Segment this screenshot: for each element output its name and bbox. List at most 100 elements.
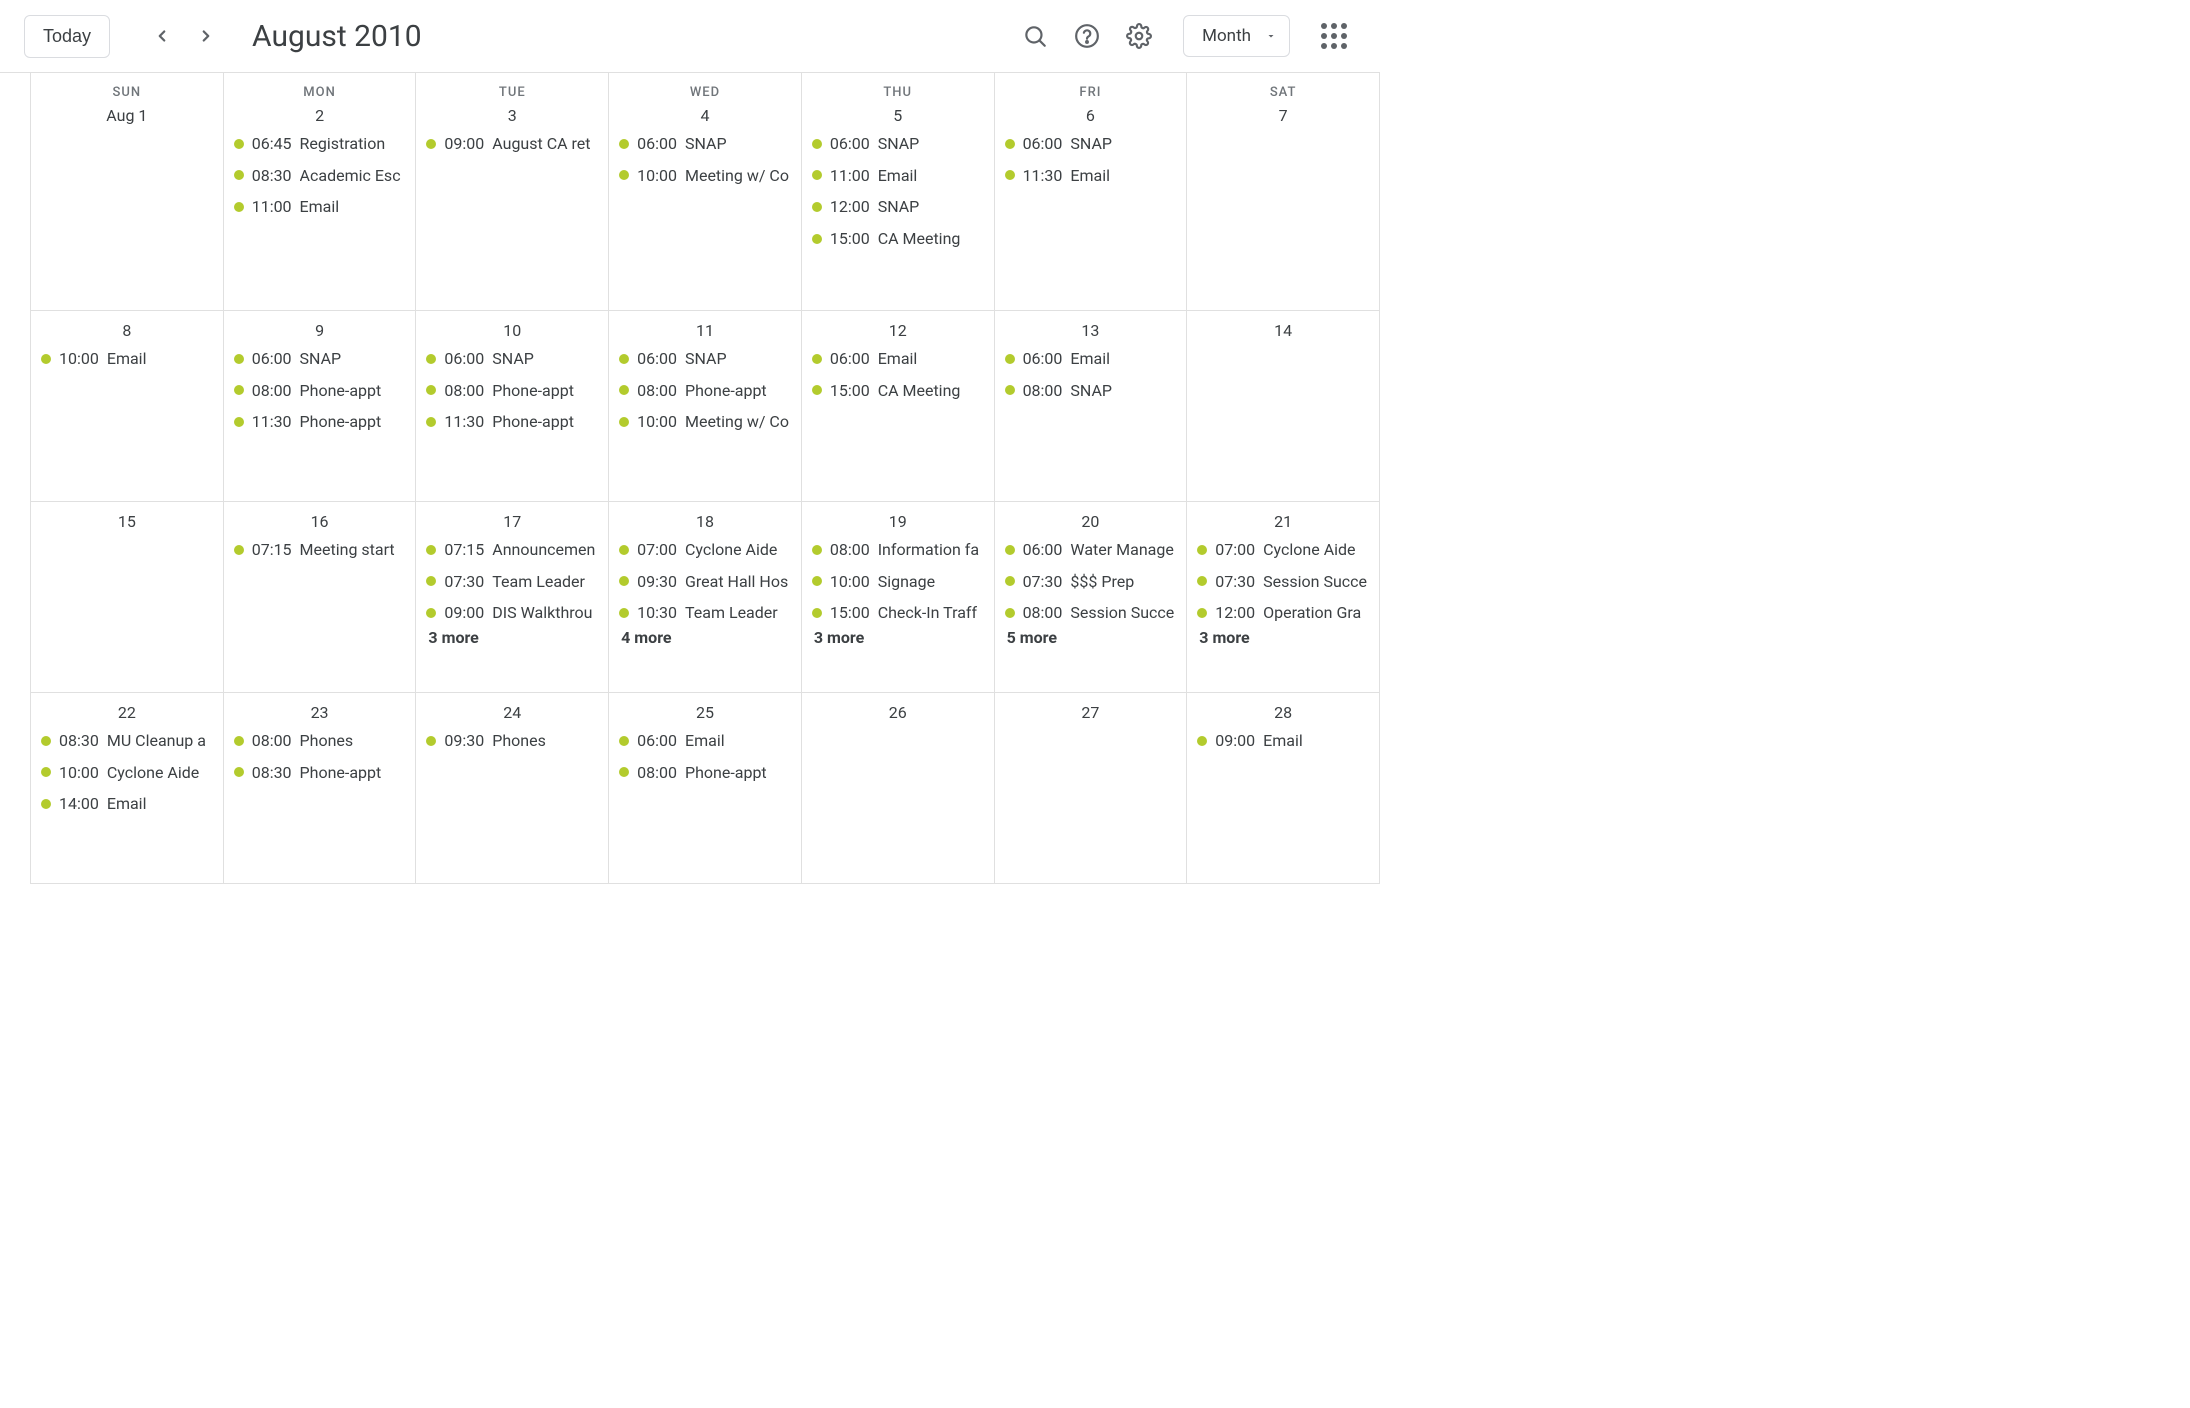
day-cell[interactable]: 906:00SNAP08:00Phone-appt11:30Phone-appt bbox=[224, 311, 417, 501]
day-cell[interactable]: 2208:30MU Cleanup a10:00Cyclone Aide14:0… bbox=[31, 693, 224, 883]
event[interactable]: 15:00CA Meeting bbox=[810, 226, 986, 252]
event[interactable]: 07:00Cyclone Aide bbox=[1195, 537, 1371, 563]
event[interactable]: 08:00Information fa bbox=[810, 537, 986, 563]
event[interactable]: 06:45Registration bbox=[232, 131, 408, 157]
event[interactable]: 06:00Email bbox=[1003, 346, 1179, 372]
event[interactable]: 12:00Operation Gra bbox=[1195, 600, 1371, 626]
day-cell[interactable]: 810:00Email bbox=[31, 311, 224, 501]
event[interactable]: 11:30Email bbox=[1003, 163, 1179, 189]
event[interactable]: 11:00Email bbox=[810, 163, 986, 189]
apps-button[interactable] bbox=[1312, 14, 1356, 58]
event[interactable]: 08:00Phone-appt bbox=[232, 378, 408, 404]
event[interactable]: 08:30MU Cleanup a bbox=[39, 728, 215, 754]
more-events[interactable]: 5 more bbox=[1003, 626, 1179, 647]
event[interactable]: 15:00CA Meeting bbox=[810, 378, 986, 404]
event[interactable]: 10:30Team Leader bbox=[617, 600, 793, 626]
event[interactable]: 08:00Phone-appt bbox=[617, 378, 793, 404]
settings-button[interactable] bbox=[1117, 14, 1161, 58]
help-icon bbox=[1074, 23, 1100, 49]
day-cell[interactable]: 1306:00Email08:00SNAP bbox=[995, 311, 1188, 501]
event-title: Information fa bbox=[878, 537, 979, 563]
day-cell[interactable]: 1607:15Meeting start bbox=[224, 502, 417, 692]
event[interactable]: 07:15Announcemen bbox=[424, 537, 600, 563]
today-button[interactable]: Today bbox=[24, 15, 110, 58]
event[interactable]: 15:00Check-In Traff bbox=[810, 600, 986, 626]
day-cell[interactable]: 1006:00SNAP08:00Phone-appt11:30Phone-app… bbox=[416, 311, 609, 501]
event[interactable]: 12:00SNAP bbox=[810, 194, 986, 220]
event[interactable]: 11:30Phone-appt bbox=[424, 409, 600, 435]
view-switcher[interactable]: Month bbox=[1183, 15, 1290, 57]
event[interactable]: 08:00SNAP bbox=[1003, 378, 1179, 404]
event[interactable]: 06:00SNAP bbox=[617, 346, 793, 372]
event[interactable]: 06:00SNAP bbox=[232, 346, 408, 372]
day-cell[interactable]: 206:45Registration08:30Academic Esc11:00… bbox=[224, 100, 417, 310]
event[interactable]: 08:00Phones bbox=[232, 728, 408, 754]
day-cell[interactable]: 15 bbox=[31, 502, 224, 692]
event[interactable]: 14:00Email bbox=[39, 791, 215, 817]
day-cell[interactable]: 506:00SNAP11:00Email12:00SNAP15:00CA Mee… bbox=[802, 100, 995, 310]
event[interactable]: 07:15Meeting start bbox=[232, 537, 408, 563]
event[interactable]: 11:00Email bbox=[232, 194, 408, 220]
event-time: 12:00 bbox=[830, 194, 870, 220]
event[interactable]: 07:30Team Leader bbox=[424, 569, 600, 595]
day-cell[interactable]: Aug 1 bbox=[31, 100, 224, 310]
day-cell[interactable]: 7 bbox=[1187, 100, 1380, 310]
event[interactable]: 06:00Email bbox=[810, 346, 986, 372]
day-cell[interactable]: 1707:15Announcemen07:30Team Leader09:00D… bbox=[416, 502, 609, 692]
day-cell[interactable]: 406:00SNAP10:00Meeting w/ Co bbox=[609, 100, 802, 310]
event[interactable]: 06:00SNAP bbox=[617, 131, 793, 157]
event[interactable]: 10:00Meeting w/ Co bbox=[617, 163, 793, 189]
event[interactable]: 10:00Meeting w/ Co bbox=[617, 409, 793, 435]
event[interactable]: 09:00Email bbox=[1195, 728, 1371, 754]
day-cell[interactable]: 2809:00Email bbox=[1187, 693, 1380, 883]
event[interactable]: 10:00Cyclone Aide bbox=[39, 760, 215, 786]
event-dot-icon bbox=[812, 354, 822, 364]
more-events[interactable]: 3 more bbox=[1195, 626, 1371, 647]
day-cell[interactable]: 1908:00Information fa10:00Signage15:00Ch… bbox=[802, 502, 995, 692]
day-cell[interactable]: 2107:00Cyclone Aide07:30Session Succe12:… bbox=[1187, 502, 1380, 692]
event[interactable]: 06:00Water Manage bbox=[1003, 537, 1179, 563]
day-cell[interactable]: 309:00August CA ret bbox=[416, 100, 609, 310]
day-cell[interactable]: 2006:00Water Manage07:30$$$ Prep08:00Ses… bbox=[995, 502, 1188, 692]
day-cell[interactable]: 14 bbox=[1187, 311, 1380, 501]
day-cell[interactable]: 1106:00SNAP08:00Phone-appt10:00Meeting w… bbox=[609, 311, 802, 501]
event[interactable]: 10:00Email bbox=[39, 346, 215, 372]
day-cell[interactable]: 27 bbox=[995, 693, 1188, 883]
event[interactable]: 08:30Phone-appt bbox=[232, 760, 408, 786]
event[interactable]: 10:00Signage bbox=[810, 569, 986, 595]
event[interactable]: 06:00SNAP bbox=[1003, 131, 1179, 157]
event[interactable]: 08:00Phone-appt bbox=[424, 378, 600, 404]
day-cell[interactable]: 606:00SNAP11:30Email bbox=[995, 100, 1188, 310]
event[interactable]: 07:30Session Succe bbox=[1195, 569, 1371, 595]
more-events[interactable]: 4 more bbox=[617, 626, 793, 647]
weekday-header: SUN bbox=[31, 73, 224, 100]
event[interactable]: 06:00SNAP bbox=[810, 131, 986, 157]
event[interactable]: 06:00Email bbox=[617, 728, 793, 754]
next-arrow[interactable] bbox=[190, 20, 222, 52]
day-cell[interactable]: 2308:00Phones08:30Phone-appt bbox=[224, 693, 417, 883]
event[interactable]: 06:00SNAP bbox=[424, 346, 600, 372]
day-number: 8 bbox=[39, 317, 215, 346]
event[interactable]: 08:30Academic Esc bbox=[232, 163, 408, 189]
event[interactable]: 08:00Phone-appt bbox=[617, 760, 793, 786]
help-button[interactable] bbox=[1065, 14, 1109, 58]
more-events[interactable]: 3 more bbox=[424, 626, 600, 647]
search-button[interactable] bbox=[1013, 14, 1057, 58]
more-events[interactable]: 3 more bbox=[810, 626, 986, 647]
day-cell[interactable]: 2506:00Email08:00Phone-appt bbox=[609, 693, 802, 883]
event[interactable]: 09:30Great Hall Hos bbox=[617, 569, 793, 595]
event[interactable]: 08:00Session Succe bbox=[1003, 600, 1179, 626]
event[interactable]: 09:30Phones bbox=[424, 728, 600, 754]
event[interactable]: 09:00August CA ret bbox=[424, 131, 600, 157]
prev-arrow[interactable] bbox=[146, 20, 178, 52]
day-cell[interactable]: 2409:30Phones bbox=[416, 693, 609, 883]
event-dot-icon bbox=[619, 417, 629, 427]
day-cell[interactable]: 1206:00Email15:00CA Meeting bbox=[802, 311, 995, 501]
event[interactable]: 07:30$$$ Prep bbox=[1003, 569, 1179, 595]
day-cell[interactable]: 1807:00Cyclone Aide09:30Great Hall Hos10… bbox=[609, 502, 802, 692]
day-cell[interactable]: 26 bbox=[802, 693, 995, 883]
event[interactable]: 11:30Phone-appt bbox=[232, 409, 408, 435]
event[interactable]: 07:00Cyclone Aide bbox=[617, 537, 793, 563]
weekday-header: THU bbox=[802, 73, 995, 100]
event[interactable]: 09:00DIS Walkthrou bbox=[424, 600, 600, 626]
